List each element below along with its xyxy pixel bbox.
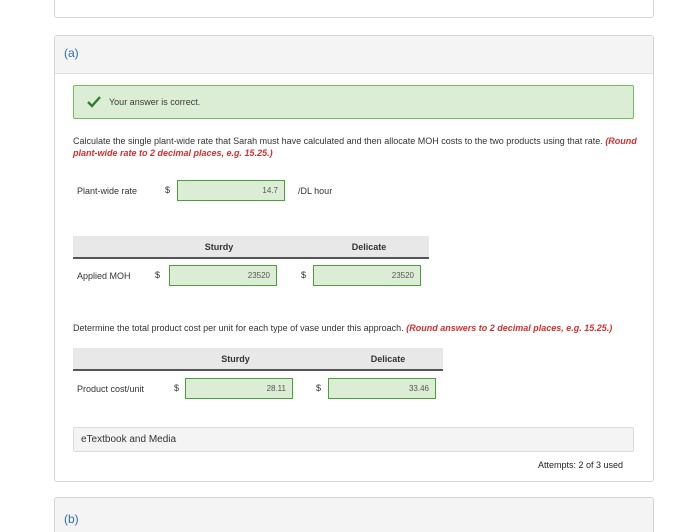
etextbook-media-button[interactable]: eTextbook and Media bbox=[73, 427, 634, 452]
instruction2-main: Determine the total product cost per uni… bbox=[73, 323, 404, 333]
col-delicate: Delicate bbox=[351, 242, 387, 252]
part-b-label: (b) bbox=[64, 512, 79, 526]
checkmark-icon bbox=[86, 94, 102, 110]
plant-wide-currency: $ bbox=[165, 185, 171, 195]
applied-moh-table-header: Sturdy Delicate bbox=[73, 236, 429, 259]
correct-feedback-banner: Your answer is correct. bbox=[73, 85, 634, 119]
instruction2-rounding: (Round answers to 2 decimal places, e.g.… bbox=[406, 323, 613, 333]
product-cost-label: Product cost/unit bbox=[77, 384, 145, 394]
product-cost-table-header: Sturdy Delicate bbox=[73, 348, 443, 371]
part-b-header[interactable]: (b) bbox=[54, 497, 654, 532]
applied-moh-delicate-input[interactable]: 23520 bbox=[313, 265, 421, 286]
applied-moh-sturdy-input[interactable]: 23520 bbox=[169, 265, 277, 286]
col-delicate-2: Delicate bbox=[370, 354, 406, 364]
previous-section-card bbox=[54, 0, 654, 18]
instruction-main: Calculate the single plant-wide rate tha… bbox=[73, 136, 603, 146]
applied-moh-label: Applied MOH bbox=[77, 271, 131, 281]
instruction2-text: Determine the total product cost per uni… bbox=[73, 322, 639, 334]
feedback-text: Your answer is correct. bbox=[109, 97, 201, 107]
instruction-text: Calculate the single plant-wide rate tha… bbox=[73, 135, 639, 159]
plant-wide-rate-input[interactable]: 14.7 bbox=[177, 180, 285, 201]
product-cost-delicate-input[interactable]: 33.46 bbox=[328, 378, 436, 399]
product-cost-sturdy-currency: $ bbox=[174, 383, 180, 393]
plant-wide-unit: /DL hour bbox=[298, 186, 333, 196]
product-cost-delicate-currency: $ bbox=[316, 383, 322, 393]
part-a-header[interactable]: (a) bbox=[55, 36, 653, 74]
applied-moh-delicate-currency: $ bbox=[301, 270, 307, 280]
attempts-counter: Attempts: 2 of 3 used bbox=[538, 460, 624, 470]
part-a-label: (a) bbox=[64, 46, 79, 60]
applied-moh-sturdy-currency: $ bbox=[155, 270, 161, 280]
product-cost-sturdy-input[interactable]: 28.11 bbox=[185, 378, 293, 399]
plant-wide-rate-label: Plant-wide rate bbox=[77, 186, 138, 196]
col-sturdy: Sturdy bbox=[204, 242, 234, 252]
col-sturdy-2: Sturdy bbox=[221, 354, 250, 364]
